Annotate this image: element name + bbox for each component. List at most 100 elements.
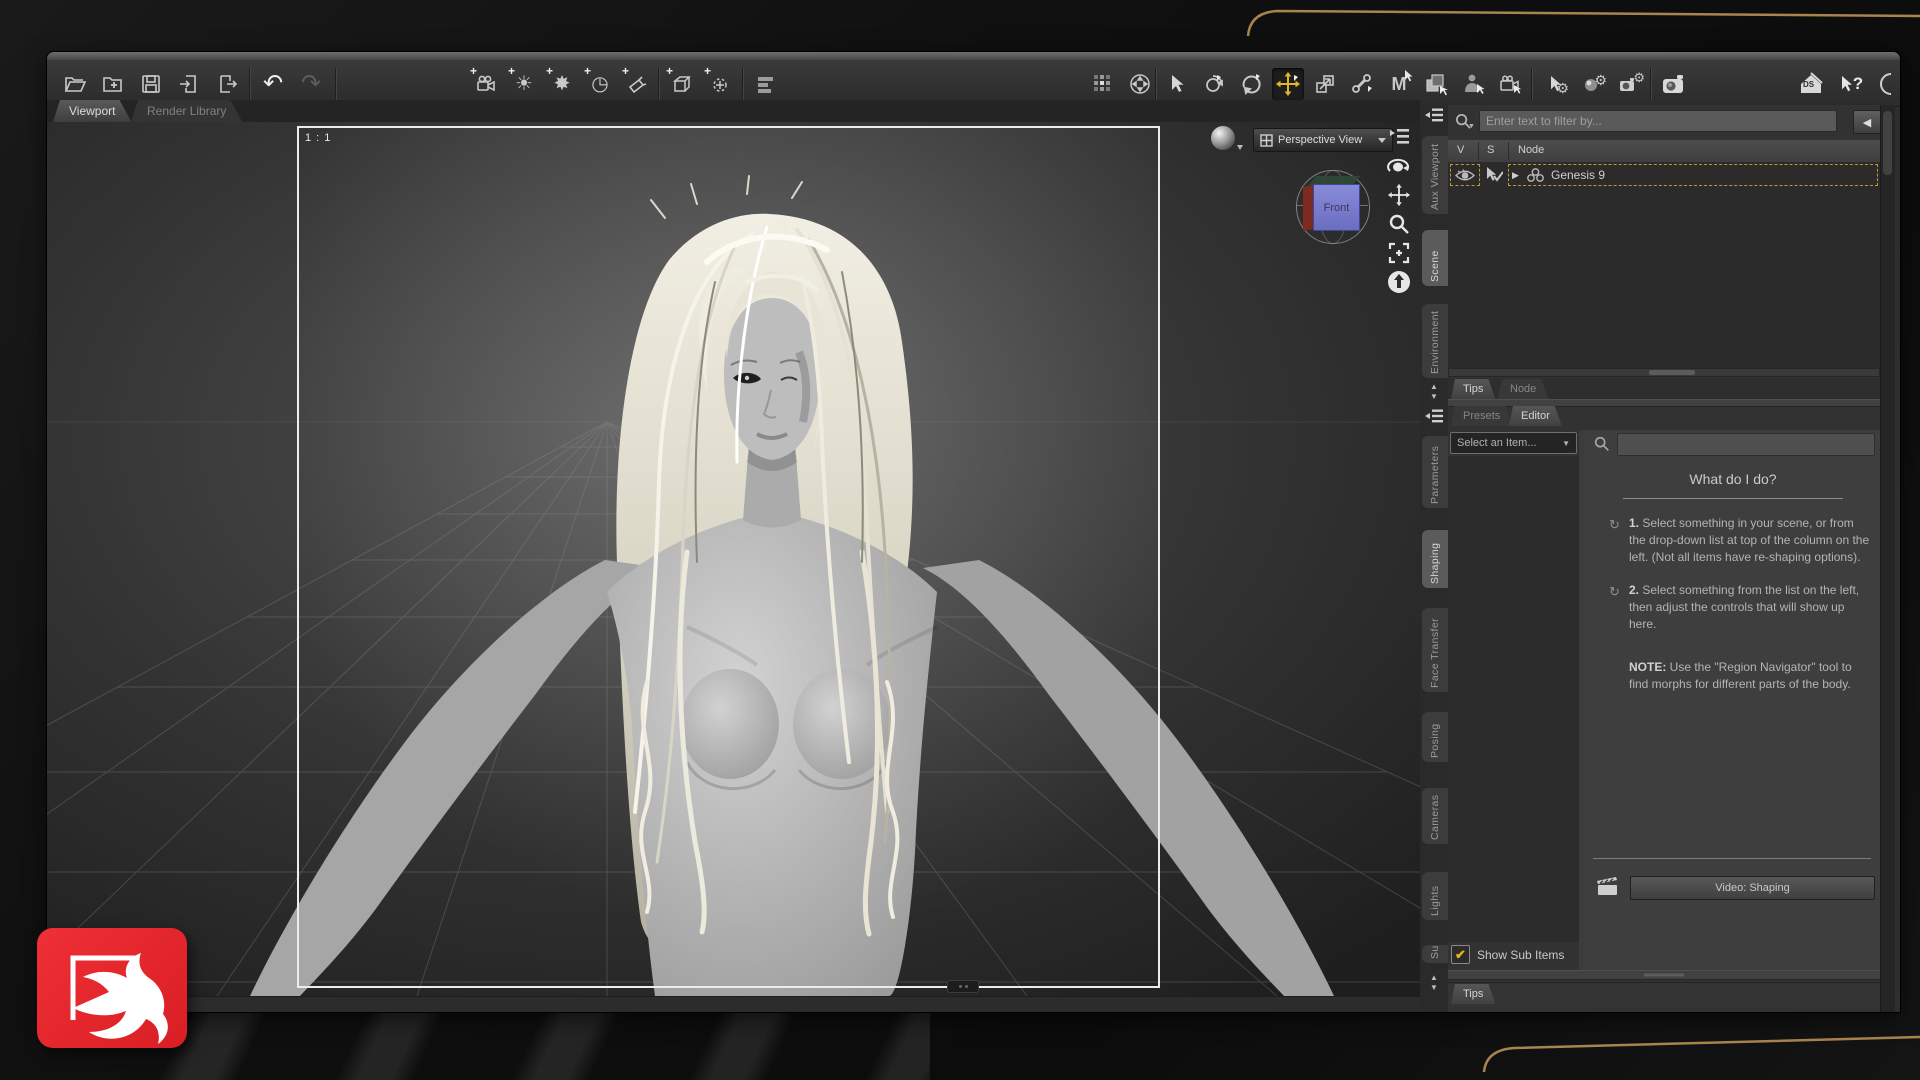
tab-tips-bottom[interactable]: Tips [1451,984,1495,1004]
mesh-grabber-tool[interactable]: M [1383,68,1415,100]
tab-tips[interactable]: Tips [1451,379,1495,399]
shaping-item-list[interactable] [1448,456,1580,942]
spinner-icon: ↻ [1609,516,1620,534]
merge-file-button[interactable] [97,68,129,100]
scene-navigator-button[interactable] [1124,68,1156,100]
column-v[interactable]: V [1457,144,1464,156]
redo-button[interactable]: ↷ [295,68,327,100]
pane-splitter[interactable] [1448,970,1880,980]
render-settings-button[interactable]: ⚙ [1613,68,1645,100]
dock-tab-face-transfer[interactable]: Face Transfer [1422,608,1448,692]
camera-view-dropdown[interactable]: Perspective View [1253,128,1393,152]
viewport-3d[interactable]: 1 : 1 Perspective View [47,122,1420,996]
new-clock-button[interactable]: +◷ [584,68,616,100]
dock-vertical-scrollbar[interactable] [1880,105,1895,1012]
dock-tab-cameras[interactable]: Cameras [1422,788,1448,844]
show-sub-items-row[interactable]: ✔ Show Sub Items [1451,945,1564,964]
clapperboard-icon [1597,877,1619,897]
tab-editor[interactable]: Editor [1509,406,1562,426]
scene-outline-button[interactable] [750,68,782,100]
pane-group-menu-icon[interactable] [1424,107,1444,123]
universal-translate-tool[interactable] [1272,68,1304,100]
dock-tab-aux-viewport[interactable]: Aux Viewport [1422,136,1448,214]
column-s[interactable]: S [1487,144,1494,156]
dock-tab-scene[interactable]: Scene [1422,230,1448,286]
new-camera-button[interactable]: + [470,68,502,100]
tab-node[interactable]: Node [1498,379,1548,399]
column-node[interactable]: Node [1518,144,1544,156]
clipped-circle-icon[interactable] [1873,68,1900,100]
search-icon [1593,435,1611,453]
camera-view-tool[interactable] [1494,68,1526,100]
pane-group-menu-icon[interactable] [1424,408,1444,424]
tab-render-library[interactable]: Render Library [131,100,242,122]
render-button[interactable] [1658,68,1690,100]
pane-splitter[interactable] [1448,399,1880,407]
scene-horizontal-scrollbar[interactable] [1448,368,1880,377]
selectability-cursor-icon[interactable] [1485,167,1503,184]
scene-tree[interactable]: ▶ Genesis 9 [1448,162,1880,368]
scene-filter-input[interactable] [1479,110,1837,132]
orbit-view-button[interactable] [1385,153,1413,179]
shaping-item-dropdown[interactable]: Select an Item... ▼ [1450,432,1577,454]
viewport-resize-handle[interactable] [947,980,979,993]
node-selection-tool[interactable] [1161,68,1193,100]
whats-this-help-button[interactable]: ? [1835,68,1867,100]
search-options-caret[interactable]: ▼ [1468,123,1475,130]
orbit-tool[interactable] [1235,68,1267,100]
viewport-tab-bar: Viewport Render Library [47,100,1420,122]
new-primitive-button[interactable]: + [666,68,698,100]
surface-selection-tool[interactable] [1420,68,1452,100]
view-cube-front-face[interactable]: Front [1313,184,1360,231]
tool-settings-button[interactable]: ⚙ [1539,68,1571,100]
dock-tab-surfaces[interactable]: Surfaces [1422,945,1448,963]
scene-node-row-genesis9[interactable]: ▶ Genesis 9 [1448,164,1880,186]
tab-viewport[interactable]: Viewport [53,100,131,122]
frame-view-button[interactable] [1385,240,1413,266]
show-sub-items-checkbox[interactable]: ✔ [1451,945,1470,964]
dock-tab-shaping[interactable]: Shaping [1422,530,1448,588]
video-shaping-button[interactable]: Video: Shaping [1630,876,1875,900]
home-view-button[interactable] [1385,269,1413,295]
dropdown-caret-icon: ▼ [1562,439,1570,448]
viewport-options-button[interactable] [1385,124,1413,150]
pan-view-button[interactable] [1385,182,1413,208]
new-distant-light-button[interactable]: +☀ [508,68,540,100]
drawstyle-caret [1237,145,1243,150]
dock-tab-parameters[interactable]: Parameters [1422,436,1448,508]
simulation-settings-button[interactable]: ⚙ [1576,68,1608,100]
dock-tab-environment[interactable]: Environment [1422,304,1448,378]
right-dock: ▼ ◀ V S Node ▶ Genesis 9 [1448,105,1880,1012]
shaping-search-field[interactable] [1617,433,1875,456]
figure-tool[interactable] [1457,68,1489,100]
help-step-2: ↻ 2. Select something from the list on t… [1629,582,1871,633]
camera-view-label: Perspective View [1278,134,1362,146]
undo-button[interactable]: ↶ [257,68,289,100]
thumbnail-grid-button[interactable] [1087,68,1119,100]
export-file-button[interactable] [211,68,243,100]
rotate-view-tool[interactable] [1198,68,1230,100]
import-file-button[interactable] [173,68,205,100]
new-spotlight-button[interactable]: + [622,68,654,100]
zoom-view-button[interactable] [1385,211,1413,237]
help-rule [1623,498,1843,499]
dock-tab-lights[interactable]: Lights [1422,872,1448,920]
ds-home-button[interactable]: DS [1795,68,1827,100]
spinner-icon: ↻ [1609,583,1620,601]
new-point-light-button[interactable]: +✸ [546,68,578,100]
app-window: ↶ ↷ + +☀ +✸ +◷ + + [47,52,1900,1012]
open-file-button[interactable] [59,68,91,100]
brand-logo [37,928,187,1048]
scale-tool[interactable] [1309,68,1341,100]
drawstyle-sphere[interactable] [1211,126,1235,150]
filter-back-button[interactable]: ◀ [1853,110,1881,134]
new-null-button[interactable]: + [704,68,736,100]
spine-scroll-arrows[interactable]: ▲▼ [1426,382,1442,402]
spine-scroll-arrows[interactable]: ▲▼ [1426,973,1442,993]
tab-presets[interactable]: Presets [1451,406,1512,426]
save-button[interactable] [135,68,167,100]
joint-editor-tool[interactable] [1346,68,1378,100]
view-cube[interactable]: Front [1292,164,1374,250]
viewport-nav-column [1385,124,1415,298]
dock-tab-posing[interactable]: Posing [1422,712,1448,762]
